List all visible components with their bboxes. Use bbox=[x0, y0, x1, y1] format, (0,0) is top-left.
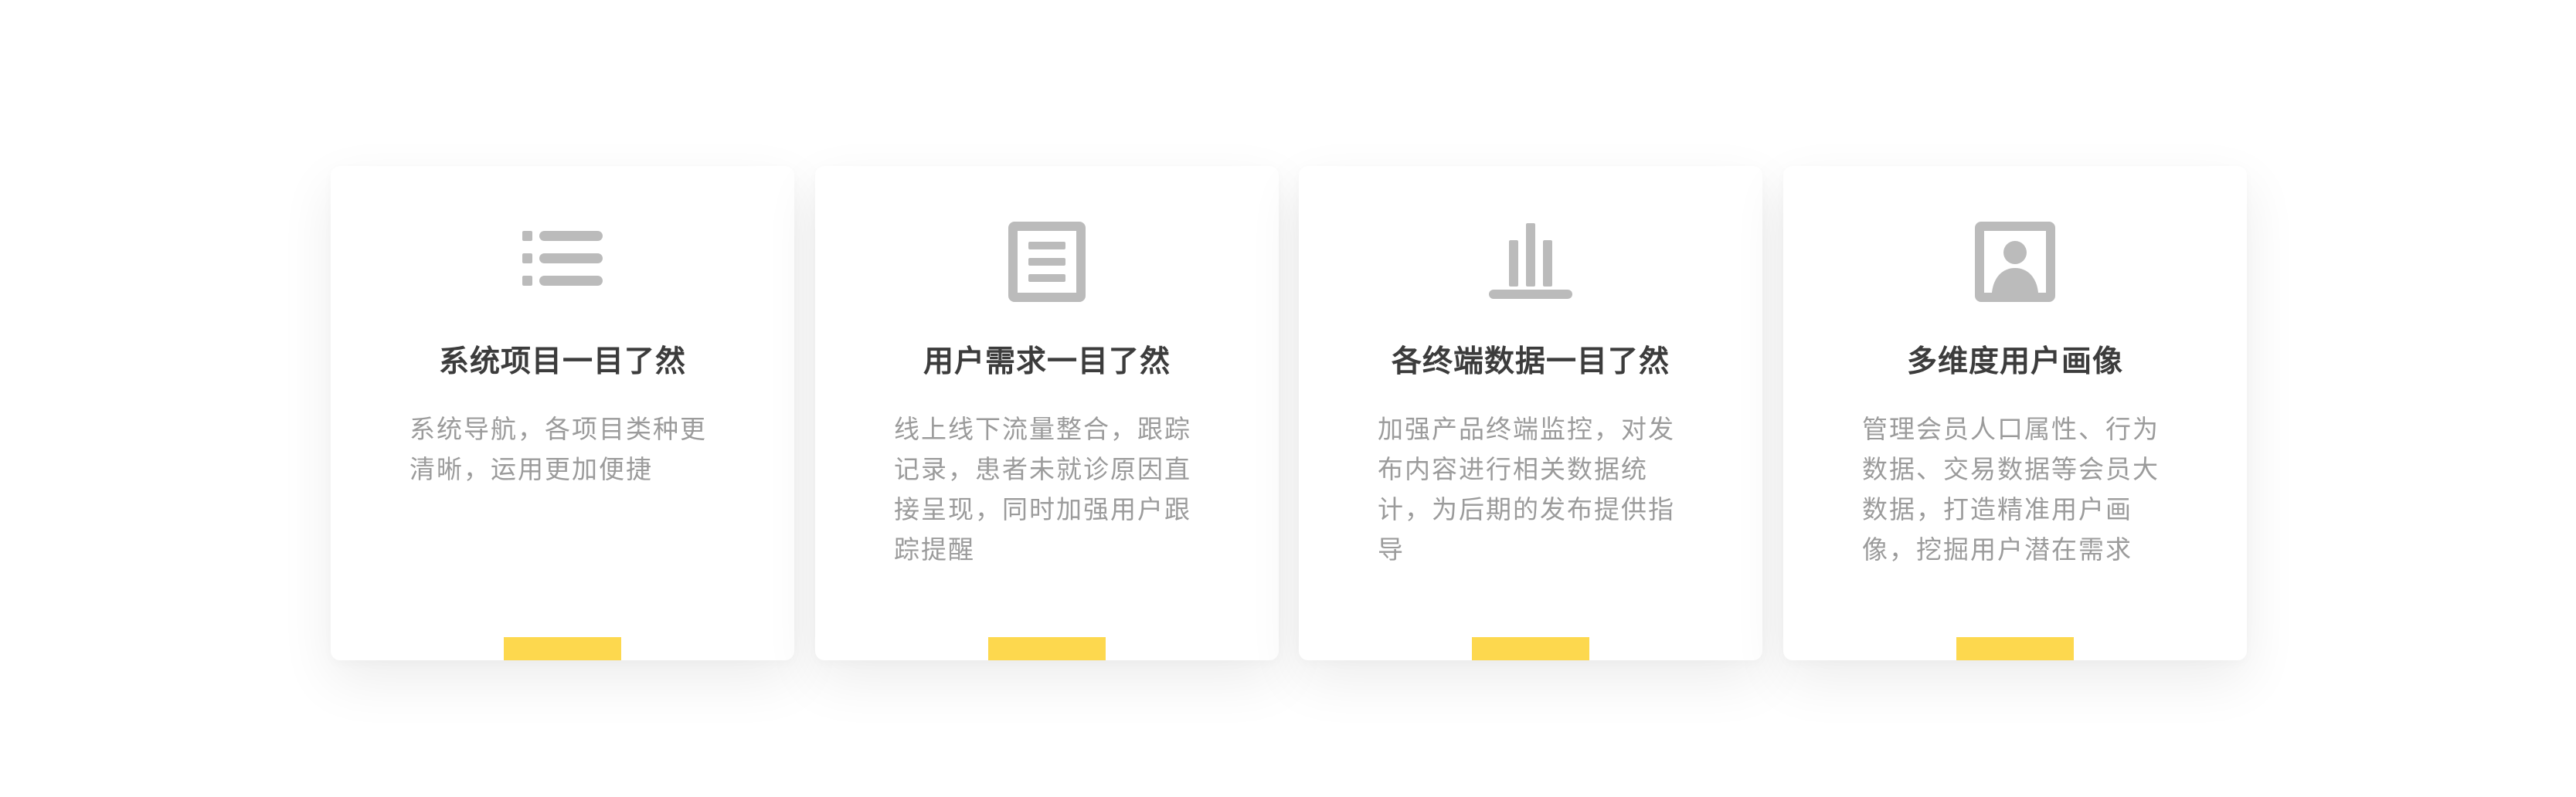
bar-chart-icon bbox=[1484, 217, 1577, 302]
card-title: 多维度用户画像 bbox=[1906, 344, 2123, 379]
card-accent-bar bbox=[988, 637, 1106, 660]
card-title: 各终端数据一目了然 bbox=[1391, 344, 1670, 379]
feature-card-user-demand: 用户需求一目了然 线上线下流量整合，跟踪记录，患者未就诊原因直接呈现，同时加强用… bbox=[815, 166, 1279, 660]
feature-cards: 系统项目一目了然 系统导航，各项目类种更清晰，运用更加便捷 用户需求一目了然 线… bbox=[331, 166, 2247, 660]
card-description: 管理会员人口属性、行为数据、交易数据等会员大数据，打造精准用户画像，挖掘用户潜在… bbox=[1862, 414, 2160, 565]
user-portrait-icon bbox=[1969, 217, 2061, 302]
card-description: 系统导航，各项目类种更清晰，运用更加便捷 bbox=[410, 414, 707, 484]
card-title: 系统项目一目了然 bbox=[438, 344, 686, 379]
card-accent-bar bbox=[1472, 637, 1589, 660]
document-icon bbox=[1001, 217, 1093, 302]
card-description: 线上线下流量整合，跟踪记录，患者未就诊原因直接呈现，同时加强用户跟踪提醒 bbox=[894, 414, 1191, 565]
card-title: 用户需求一目了然 bbox=[923, 344, 1171, 379]
list-icon bbox=[516, 217, 609, 302]
card-description: 加强产品终端监控，对发布内容进行相关数据统计，为后期的发布提供指导 bbox=[1378, 414, 1675, 565]
feature-card-terminal-data: 各终端数据一目了然 加强产品终端监控，对发布内容进行相关数据统计，为后期的发布提… bbox=[1299, 166, 1762, 660]
card-accent-bar bbox=[504, 637, 621, 660]
feature-card-user-portrait: 多维度用户画像 管理会员人口属性、行为数据、交易数据等会员大数据，打造精准用户画… bbox=[1783, 166, 2247, 660]
feature-card-system-projects: 系统项目一目了然 系统导航，各项目类种更清晰，运用更加便捷 bbox=[331, 166, 794, 660]
card-accent-bar bbox=[1956, 637, 2074, 660]
